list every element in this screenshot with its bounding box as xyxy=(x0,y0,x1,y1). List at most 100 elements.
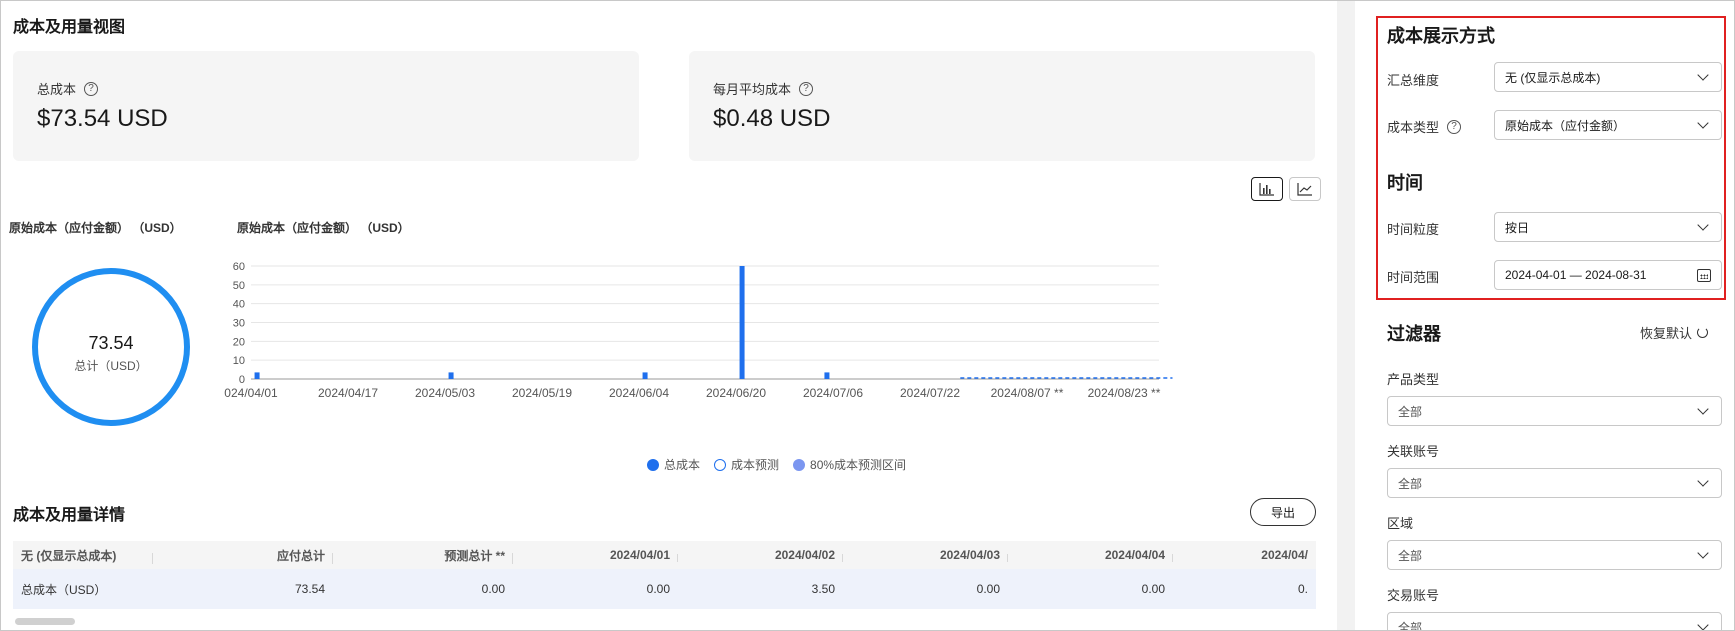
table-cell: 总成本（USD） xyxy=(21,582,107,597)
select-value: 全部 xyxy=(1398,620,1423,631)
chart-type-toggle xyxy=(1251,177,1321,201)
filter-section-title: 过滤器 xyxy=(1387,324,1441,344)
legend-item-forecast[interactable]: 成本预测 xyxy=(714,456,779,473)
legend-label: 总成本 xyxy=(664,458,701,472)
x-tick-label: 2024/08/23 ** xyxy=(1088,386,1161,400)
table-header-cell[interactable]: 2024/04/03 xyxy=(843,548,1008,562)
table-header-cell[interactable]: 预测总计 ** xyxy=(333,547,513,564)
help-icon[interactable]: ? xyxy=(84,81,99,96)
filter-label-transaction-account: 交易账号 xyxy=(1387,588,1440,603)
table-header-cell[interactable]: 2024/04/01 xyxy=(513,548,678,562)
x-tick-label: 2024/05/03 xyxy=(415,386,475,400)
table-row: 总成本（USD） 73.54 0.00 0.00 3.50 0.00 0.00 … xyxy=(13,569,1316,609)
bar-chart-toggle-button[interactable] xyxy=(1251,177,1283,201)
summary-dimension-select[interactable]: 无 (仅显示总成本) xyxy=(1494,62,1722,92)
x-tick-label: 2024/08/07 ** xyxy=(991,386,1064,400)
y-tick-label: 20 xyxy=(233,336,245,348)
kpi-card-monthly-average: 每月平均成本 ? $0.48 USD xyxy=(689,51,1315,161)
table-cell: 0.00 xyxy=(646,582,670,596)
help-icon[interactable]: ? xyxy=(1447,119,1462,134)
line-chart-toggle-button[interactable] xyxy=(1289,177,1321,201)
date-range-value: 2024-04-01 — 2024-08-31 xyxy=(1505,268,1647,282)
calendar-icon xyxy=(1697,268,1711,282)
x-tick-label: 024/04/01 xyxy=(224,386,278,400)
filter-select-linked-account[interactable]: 全部 xyxy=(1387,468,1722,498)
table-header-row: 无 (仅显示总成本) 应付总计 预测总计 ** 2024/04/01 2024/… xyxy=(13,541,1316,569)
table-cell: 3.50 xyxy=(811,582,835,596)
filter-select-transaction-account[interactable]: 全部 xyxy=(1387,612,1722,630)
kpi-card-total-cost: 总成本 ? $73.54 USD xyxy=(13,51,639,161)
bar-chart-icon xyxy=(1259,183,1274,196)
time-granularity-select[interactable]: 按日 xyxy=(1494,212,1722,242)
select-value: 全部 xyxy=(1398,548,1423,563)
export-button[interactable]: 导出 xyxy=(1250,498,1316,526)
chevron-down-icon xyxy=(1697,69,1709,81)
time-range-picker[interactable]: 2024-04-01 — 2024-08-31 xyxy=(1494,260,1722,290)
bar-chart-title: 原始成本（应付金额） （USD） xyxy=(237,221,410,235)
table-header-cell[interactable]: 2024/04/04 xyxy=(1008,548,1173,562)
table-header-cell[interactable]: 2024/04/02 xyxy=(678,548,843,562)
x-tick-label: 2024/07/06 xyxy=(803,386,863,400)
page-title: 成本及用量视图 xyxy=(13,19,126,36)
chart-legend: 总成本 成本预测 80%成本预测区间 xyxy=(647,456,906,473)
cost-bar xyxy=(448,372,454,379)
legend-label: 80%成本预测区间 xyxy=(810,458,907,472)
table-cell: 0.00 xyxy=(481,582,505,596)
chevron-down-icon xyxy=(1697,547,1709,559)
cost-bar xyxy=(254,372,260,379)
chevron-down-icon xyxy=(1697,219,1709,231)
table-header-cell[interactable]: 2024/04/ xyxy=(1173,548,1316,562)
settings-panel: 成本展示方式 汇总维度 无 (仅显示总成本) 成本类型 ? 原始成本（应付金额）… xyxy=(1355,1,1733,630)
donut-chart: 73.54 总计（USD） xyxy=(31,267,191,427)
x-tick-label: 2024/07/22 xyxy=(900,386,960,400)
filter-select-region[interactable]: 全部 xyxy=(1387,540,1722,570)
table-cell: 0.00 xyxy=(976,582,1000,596)
legend-solid-dot-icon xyxy=(647,458,659,471)
chevron-down-icon xyxy=(1697,403,1709,415)
display-settings-title: 成本展示方式 xyxy=(1387,26,1495,46)
y-tick-label: 50 xyxy=(233,280,245,292)
y-tick-label: 40 xyxy=(233,299,245,311)
cost-type-select[interactable]: 原始成本（应付金额） xyxy=(1494,110,1722,140)
donut-chart-title: 原始成本（应付金额） （USD） xyxy=(9,221,182,235)
kpi-label: 每月平均成本 xyxy=(713,82,792,97)
x-tick-label: 2024/06/04 xyxy=(609,386,669,400)
donut-total-label: 总计（USD） xyxy=(74,359,148,373)
cost-bar xyxy=(642,372,648,379)
panel-divider xyxy=(1337,1,1355,630)
cost-type-label: 成本类型 xyxy=(1387,120,1440,135)
cost-bar xyxy=(739,266,745,379)
chevron-down-icon xyxy=(1697,117,1709,129)
time-section-title: 时间 xyxy=(1387,173,1423,193)
horizontal-scrollbar[interactable] xyxy=(15,618,75,625)
legend-label: 成本预测 xyxy=(731,458,780,472)
kpi-value: $73.54 USD xyxy=(37,105,168,132)
y-tick-label: 0 xyxy=(239,374,245,386)
legend-outline-dot-icon xyxy=(714,458,727,471)
summary-dimension-label: 汇总维度 xyxy=(1387,73,1440,88)
legend-light-dot-icon xyxy=(793,458,806,471)
kpi-value: $0.48 USD xyxy=(713,105,831,132)
daily-cost-bar-chart: 0 10 20 30 40 50 60 024/04/01 2024/04/17 2024/05/… xyxy=(224,261,1173,400)
reset-defaults-button[interactable]: 恢复默认 xyxy=(1640,323,1709,342)
time-granularity-label: 时间粒度 xyxy=(1387,222,1440,237)
filter-select-product-type[interactable]: 全部 xyxy=(1387,396,1722,426)
y-tick-label: 30 xyxy=(233,318,245,330)
x-tick-label: 2024/04/17 xyxy=(318,386,378,400)
line-chart-icon xyxy=(1297,183,1312,196)
select-value: 无 (仅显示总成本) xyxy=(1505,70,1601,85)
help-icon[interactable]: ? xyxy=(799,81,814,96)
select-value: 全部 xyxy=(1398,476,1423,491)
refresh-icon xyxy=(1697,327,1709,338)
legend-item-total-cost[interactable]: 总成本 xyxy=(647,456,700,473)
legend-item-forecast-interval[interactable]: 80%成本预测区间 xyxy=(793,456,906,473)
table-header-cell[interactable]: 应付总计 xyxy=(153,547,333,564)
x-tick-label: 2024/06/20 xyxy=(706,386,766,400)
details-section-title: 成本及用量详情 xyxy=(13,507,126,524)
details-table: 无 (仅显示总成本) 应付总计 预测总计 ** 2024/04/01 2024/… xyxy=(13,541,1316,609)
select-value: 全部 xyxy=(1398,404,1423,419)
filter-label-region: 区域 xyxy=(1387,516,1414,531)
kpi-label: 总成本 xyxy=(37,82,77,97)
table-header-cell[interactable]: 无 (仅显示总成本) xyxy=(13,547,153,564)
y-tick-label: 60 xyxy=(233,261,245,273)
